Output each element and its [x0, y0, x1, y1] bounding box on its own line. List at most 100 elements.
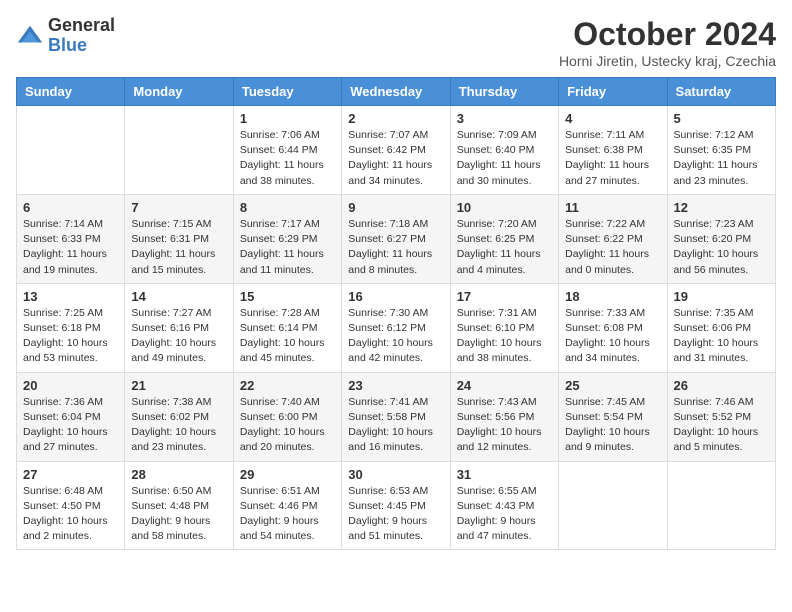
- day-info: Sunrise: 7:31 AM Sunset: 6:10 PM Dayligh…: [457, 306, 552, 367]
- day-number: 11: [565, 200, 660, 215]
- day-info: Sunrise: 7:14 AM Sunset: 6:33 PM Dayligh…: [23, 217, 118, 278]
- day-info: Sunrise: 7:20 AM Sunset: 6:25 PM Dayligh…: [457, 217, 552, 278]
- weekday-header-thursday: Thursday: [450, 78, 558, 106]
- calendar-cell: 28 Sunrise: 6:50 AM Sunset: 4:48 PM Dayli…: [125, 461, 233, 550]
- calendar-cell: 4 Sunrise: 7:11 AM Sunset: 6:38 PM Daylig…: [559, 106, 667, 195]
- day-info: Sunrise: 7:23 AM Sunset: 6:20 PM Dayligh…: [674, 217, 769, 278]
- day-info: Sunrise: 7:25 AM Sunset: 6:18 PM Dayligh…: [23, 306, 118, 367]
- calendar-cell: 13Sunrise: 7:25 AM Sunset: 6:18 PM Dayli…: [17, 283, 125, 372]
- calendar-week-row: 20 Sunrise: 7:36 AM Sunset: 6:04 PM Dayli…: [17, 372, 776, 461]
- calendar-cell: 20 Sunrise: 7:36 AM Sunset: 6:04 PM Dayli…: [17, 372, 125, 461]
- day-number: 24: [457, 378, 552, 393]
- calendar-cell: 24 Sunrise: 7:43 AM Sunset: 5:56 PM Dayli…: [450, 372, 558, 461]
- calendar-cell: 14 Sunrise: 7:27 AM Sunset: 6:16 PM Dayli…: [125, 283, 233, 372]
- location: Horni Jiretin, Ustecky kraj, Czechia: [559, 53, 776, 69]
- day-number: 12: [674, 200, 769, 215]
- weekday-header-saturday: Saturday: [667, 78, 775, 106]
- day-number: 28: [131, 467, 226, 482]
- day-info: Sunrise: 7:28 AM Sunset: 6:14 PM Dayligh…: [240, 306, 335, 367]
- weekday-header-wednesday: Wednesday: [342, 78, 450, 106]
- day-info: Sunrise: 7:09 AM Sunset: 6:40 PM Dayligh…: [457, 128, 552, 189]
- day-number: 9: [348, 200, 443, 215]
- calendar-week-row: 6 Sunrise: 7:14 AM Sunset: 6:33 PM Daylig…: [17, 194, 776, 283]
- calendar-cell: [559, 461, 667, 550]
- day-number: 31: [457, 467, 552, 482]
- day-info: Sunrise: 7:27 AM Sunset: 6:16 PM Dayligh…: [131, 306, 226, 367]
- day-number: 4: [565, 111, 660, 126]
- day-number: 8: [240, 200, 335, 215]
- day-info: Sunrise: 7:06 AM Sunset: 6:44 PM Dayligh…: [240, 128, 335, 189]
- day-info: Sunrise: 7:38 AM Sunset: 6:02 PM Dayligh…: [131, 395, 226, 456]
- calendar-cell: 31Sunrise: 6:55 AM Sunset: 4:43 PM Dayli…: [450, 461, 558, 550]
- page-header: General Blue October 2024 Horni Jiretin,…: [16, 16, 776, 69]
- day-info: Sunrise: 6:50 AM Sunset: 4:48 PM Dayligh…: [131, 484, 226, 545]
- weekday-header-row: SundayMondayTuesdayWednesdayThursdayFrid…: [17, 78, 776, 106]
- day-info: Sunrise: 7:36 AM Sunset: 6:04 PM Dayligh…: [23, 395, 118, 456]
- day-info: Sunrise: 6:48 AM Sunset: 4:50 PM Dayligh…: [23, 484, 118, 545]
- day-number: 14: [131, 289, 226, 304]
- calendar-cell: 6 Sunrise: 7:14 AM Sunset: 6:33 PM Daylig…: [17, 194, 125, 283]
- day-number: 22: [240, 378, 335, 393]
- day-number: 16: [348, 289, 443, 304]
- calendar-cell: 26 Sunrise: 7:46 AM Sunset: 5:52 PM Dayli…: [667, 372, 775, 461]
- day-info: Sunrise: 7:12 AM Sunset: 6:35 PM Dayligh…: [674, 128, 769, 189]
- calendar-cell: 3Sunrise: 7:09 AM Sunset: 6:40 PM Daylig…: [450, 106, 558, 195]
- logo-icon: [16, 22, 44, 50]
- calendar-cell: 10 Sunrise: 7:20 AM Sunset: 6:25 PM Dayli…: [450, 194, 558, 283]
- day-info: Sunrise: 7:33 AM Sunset: 6:08 PM Dayligh…: [565, 306, 660, 367]
- day-info: Sunrise: 7:22 AM Sunset: 6:22 PM Dayligh…: [565, 217, 660, 278]
- title-block: October 2024 Horni Jiretin, Ustecky kraj…: [559, 16, 776, 69]
- day-info: Sunrise: 7:11 AM Sunset: 6:38 PM Dayligh…: [565, 128, 660, 189]
- calendar-cell: 16 Sunrise: 7:30 AM Sunset: 6:12 PM Dayli…: [342, 283, 450, 372]
- day-number: 26: [674, 378, 769, 393]
- calendar-cell: 1 Sunrise: 7:06 AM Sunset: 6:44 PM Daylig…: [233, 106, 341, 195]
- day-number: 6: [23, 200, 118, 215]
- day-info: Sunrise: 6:53 AM Sunset: 4:45 PM Dayligh…: [348, 484, 443, 545]
- day-number: 20: [23, 378, 118, 393]
- calendar-cell: 30 Sunrise: 6:53 AM Sunset: 4:45 PM Dayli…: [342, 461, 450, 550]
- day-info: Sunrise: 7:41 AM Sunset: 5:58 PM Dayligh…: [348, 395, 443, 456]
- calendar-cell: 12 Sunrise: 7:23 AM Sunset: 6:20 PM Dayli…: [667, 194, 775, 283]
- day-info: Sunrise: 7:30 AM Sunset: 6:12 PM Dayligh…: [348, 306, 443, 367]
- day-number: 2: [348, 111, 443, 126]
- day-number: 29: [240, 467, 335, 482]
- day-number: 17: [457, 289, 552, 304]
- calendar-cell: [667, 461, 775, 550]
- calendar-cell: 29 Sunrise: 6:51 AM Sunset: 4:46 PM Dayli…: [233, 461, 341, 550]
- day-number: 10: [457, 200, 552, 215]
- day-number: 5: [674, 111, 769, 126]
- calendar-cell: 22 Sunrise: 7:40 AM Sunset: 6:00 PM Dayli…: [233, 372, 341, 461]
- calendar-cell: 19 Sunrise: 7:35 AM Sunset: 6:06 PM Dayli…: [667, 283, 775, 372]
- day-info: Sunrise: 7:17 AM Sunset: 6:29 PM Dayligh…: [240, 217, 335, 278]
- day-number: 1: [240, 111, 335, 126]
- day-info: Sunrise: 7:35 AM Sunset: 6:06 PM Dayligh…: [674, 306, 769, 367]
- calendar-cell: 9 Sunrise: 7:18 AM Sunset: 6:27 PM Daylig…: [342, 194, 450, 283]
- calendar-cell: 11 Sunrise: 7:22 AM Sunset: 6:22 PM Dayli…: [559, 194, 667, 283]
- weekday-header-tuesday: Tuesday: [233, 78, 341, 106]
- day-number: 25: [565, 378, 660, 393]
- day-number: 27: [23, 467, 118, 482]
- calendar-cell: 17 Sunrise: 7:31 AM Sunset: 6:10 PM Dayli…: [450, 283, 558, 372]
- day-number: 7: [131, 200, 226, 215]
- calendar-cell: 15 Sunrise: 7:28 AM Sunset: 6:14 PM Dayli…: [233, 283, 341, 372]
- day-info: Sunrise: 7:46 AM Sunset: 5:52 PM Dayligh…: [674, 395, 769, 456]
- day-info: Sunrise: 7:40 AM Sunset: 6:00 PM Dayligh…: [240, 395, 335, 456]
- day-number: 30: [348, 467, 443, 482]
- month-title: October 2024: [559, 16, 776, 53]
- day-info: Sunrise: 6:51 AM Sunset: 4:46 PM Dayligh…: [240, 484, 335, 545]
- day-number: 19: [674, 289, 769, 304]
- calendar-cell: 25 Sunrise: 7:45 AM Sunset: 5:54 PM Dayli…: [559, 372, 667, 461]
- weekday-header-monday: Monday: [125, 78, 233, 106]
- logo-text: General Blue: [48, 16, 115, 56]
- calendar-cell: 7Sunrise: 7:15 AM Sunset: 6:31 PM Daylig…: [125, 194, 233, 283]
- calendar-cell: 27 Sunrise: 6:48 AM Sunset: 4:50 PM Dayli…: [17, 461, 125, 550]
- calendar-cell: 23Sunrise: 7:41 AM Sunset: 5:58 PM Dayli…: [342, 372, 450, 461]
- calendar-week-row: 13Sunrise: 7:25 AM Sunset: 6:18 PM Dayli…: [17, 283, 776, 372]
- day-number: 21: [131, 378, 226, 393]
- day-info: Sunrise: 7:45 AM Sunset: 5:54 PM Dayligh…: [565, 395, 660, 456]
- day-info: Sunrise: 7:43 AM Sunset: 5:56 PM Dayligh…: [457, 395, 552, 456]
- day-info: Sunrise: 7:18 AM Sunset: 6:27 PM Dayligh…: [348, 217, 443, 278]
- calendar-cell: 2Sunrise: 7:07 AM Sunset: 6:42 PM Daylig…: [342, 106, 450, 195]
- day-number: 15: [240, 289, 335, 304]
- weekday-header-sunday: Sunday: [17, 78, 125, 106]
